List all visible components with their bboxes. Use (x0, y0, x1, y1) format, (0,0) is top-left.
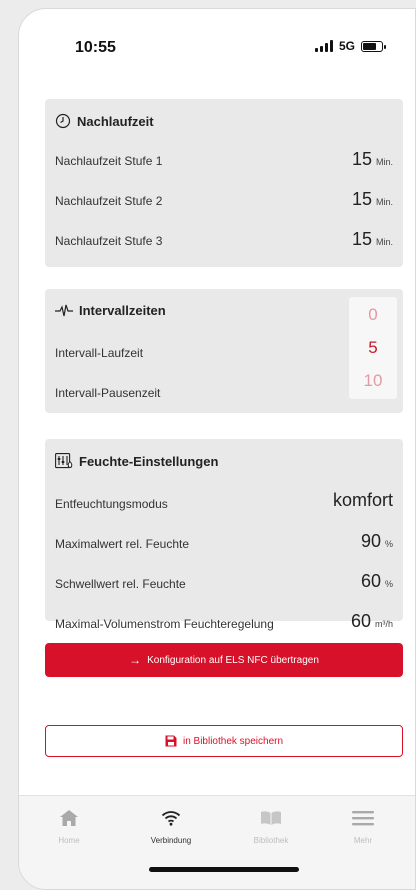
intervall-card: Intervallzeiten Intervall-Laufzeit Inter… (45, 289, 403, 413)
picker-option-selected[interactable]: 5 (349, 338, 397, 358)
intervall-laufzeit-label: Intervall-Laufzeit (55, 346, 144, 360)
status-time: 10:55 (75, 39, 116, 56)
nachlaufzeit-header: Nachlaufzeit (55, 113, 154, 129)
nachlauf-stufe2-label: Nachlaufzeit Stufe 2 (55, 194, 163, 208)
tab-home-label: Home (58, 836, 80, 845)
arrow-right-icon: → (129, 653, 142, 667)
tab-home[interactable]: Home (29, 806, 109, 845)
phone-screen: 10:55 5G Nachlaufzeit Nachlaufzeit Stufe… (18, 8, 416, 890)
tab-bibliothek[interactable]: Bibliothek (231, 806, 311, 845)
save-to-library-label: in Bibliothek speichern (182, 735, 284, 747)
tab-mehr-label: Mehr (353, 836, 373, 845)
intervall-picker[interactable]: 0 5 10 (349, 297, 397, 399)
nachlauf-stufe1-value[interactable]: 15 Min. (352, 149, 393, 170)
schwellwert-feuchte-value[interactable]: 60 % (361, 571, 393, 592)
book-icon (261, 811, 281, 825)
feuchte-title: Feuchte-Einstellungen (79, 453, 219, 469)
tab-bar: Home Verbindung Bibliothek Mehr (19, 795, 415, 889)
entfeuchtungsmodus-label: Entfeuchtungsmodus (55, 497, 168, 511)
schwellwert-feuchte-label: Schwellwert rel. Feuchte (55, 577, 186, 591)
tab-bibliothek-label: Bibliothek (253, 836, 289, 845)
wifi-icon (161, 811, 181, 826)
tab-verbindung-label: Verbindung (150, 836, 192, 845)
save-to-library-button[interactable]: in Bibliothek speichern (45, 725, 403, 757)
home-indicator[interactable] (149, 867, 299, 872)
feuchte-header: Feuchte-Einstellungen (55, 453, 218, 469)
nachlaufzeit-card: Nachlaufzeit Nachlaufzeit Stufe 1 15 Min… (45, 99, 403, 267)
picker-option[interactable]: 10 (349, 371, 397, 391)
intervall-title: Intervallzeiten (79, 303, 166, 318)
picker-option[interactable]: 0 (349, 305, 397, 325)
transfer-config-label: Konfiguration auf ELS NFC übertragen (147, 654, 319, 666)
pulse-icon (55, 304, 73, 316)
volumenstrom-value[interactable]: 60 m³/h (351, 611, 393, 632)
nachlauf-stufe3-value[interactable]: 15 Min. (352, 229, 393, 250)
nachlauf-stufe2-value[interactable]: 15 Min. (352, 189, 393, 210)
tab-verbindung[interactable]: Verbindung (131, 806, 211, 845)
network-type: 5G (339, 39, 356, 53)
clock-icon (55, 113, 71, 129)
intervall-header: Intervallzeiten (55, 303, 166, 318)
entfeuchtungsmodus-value[interactable]: komfort (333, 490, 393, 511)
nachlauf-stufe1-label: Nachlaufzeit Stufe 1 (55, 154, 163, 168)
nachlaufzeit-title: Nachlaufzeit (77, 113, 154, 129)
status-indicators: 5G (315, 39, 387, 53)
humidity-settings-icon (55, 453, 73, 469)
volumenstrom-label: Maximal-Volumenstrom Feuchteregelung (55, 617, 274, 631)
tab-mehr[interactable]: Mehr (323, 806, 403, 845)
max-feuchte-value[interactable]: 90 % (361, 531, 393, 552)
home-icon (60, 810, 78, 826)
max-feuchte-label: Maximalwert rel. Feuchte (55, 537, 190, 551)
save-icon (165, 735, 177, 747)
transfer-config-button[interactable]: → Konfiguration auf ELS NFC übertragen (45, 643, 403, 677)
feuchte-card: Feuchte-Einstellungen Entfeuchtungsmodus… (45, 439, 403, 631)
signal-icon (315, 40, 333, 52)
status-bar: 10:55 5G (19, 9, 415, 79)
battery-icon (361, 40, 387, 52)
menu-icon (352, 811, 374, 826)
intervall-pausenzeit-label: Intervall-Pausenzeit (55, 386, 161, 400)
nachlauf-stufe3-label: Nachlaufzeit Stufe 3 (55, 234, 163, 248)
